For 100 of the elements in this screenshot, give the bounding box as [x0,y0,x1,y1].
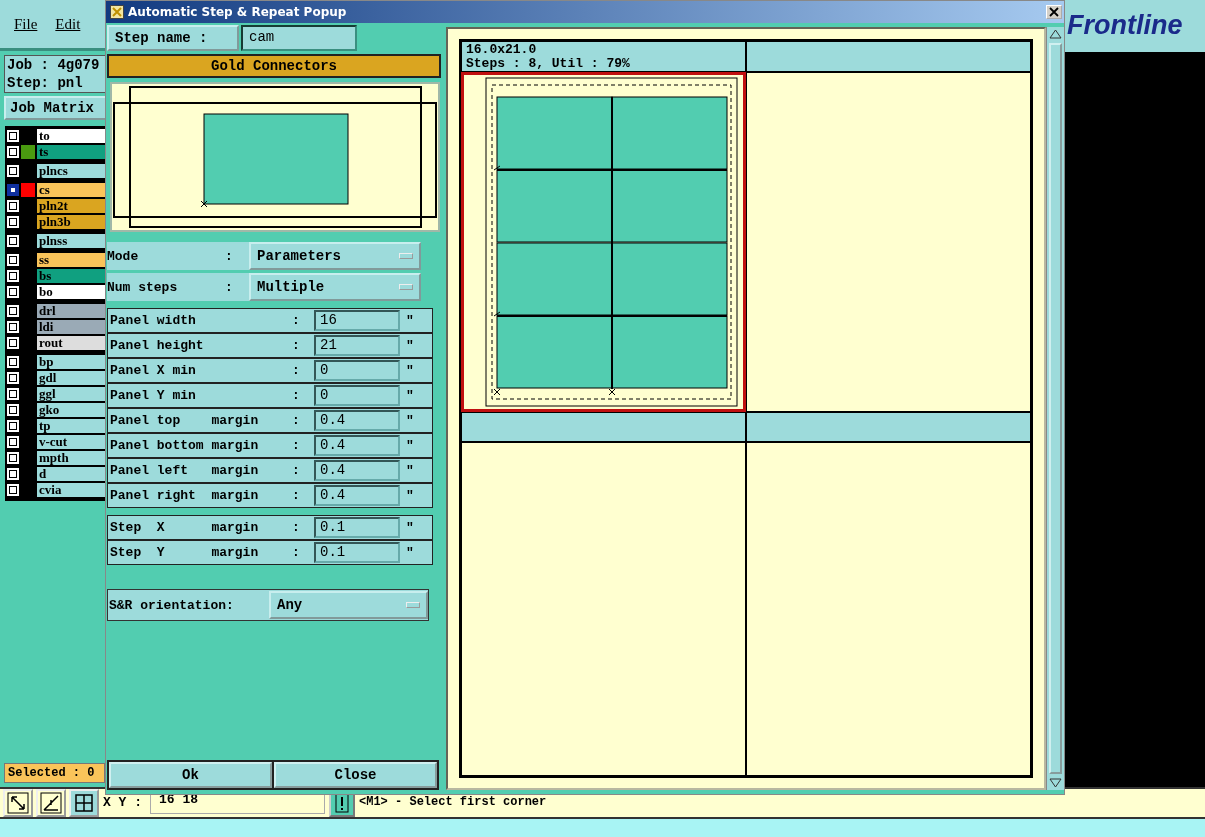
colon: : [292,313,301,328]
colon: : [292,338,301,353]
layer-name[interactable]: bp [37,355,105,369]
unit-label: " [405,438,414,453]
job-matrix-button[interactable]: Job Matrix [4,96,105,120]
scroll-up-icon [1048,27,1063,41]
orientation-dropdown[interactable]: Any [269,591,428,619]
parameter-label: Panel bottom margin [109,438,260,453]
layer-checkbox[interactable] [7,200,19,212]
parameter-field[interactable]: 0.4 [314,460,400,481]
layer-checkbox[interactable] [7,146,19,158]
angle-icon [40,792,62,814]
layer-name[interactable]: cs [37,183,105,197]
layer-checkbox[interactable] [7,216,19,228]
layer-name[interactable]: bo [37,285,105,299]
step-title-bar: Gold Connectors [107,54,441,78]
layer-name[interactable]: d [37,467,105,481]
close-icon [1049,7,1059,17]
layer-name[interactable]: drl [37,304,105,318]
parameter-field[interactable]: 0.4 [314,410,400,431]
layer-checkbox[interactable] [7,436,19,448]
unit-label: " [405,388,414,403]
colon: : [225,279,234,295]
colon: : [292,463,301,478]
colon: : [292,545,301,560]
layer-name[interactable]: ldi [37,320,105,334]
unit-label: " [405,488,414,503]
layer-name[interactable]: v-cut [37,435,105,449]
parameter-field[interactable]: 0.1 [314,542,400,563]
layer-checkbox[interactable] [7,388,19,400]
window-title: Automatic Step & Repeat Popup [128,5,348,19]
grid-icon [73,792,95,814]
layer-checkbox[interactable] [7,254,19,266]
layer-checkbox[interactable] [7,305,19,317]
step-name-field[interactable]: cam [241,25,357,51]
zoom-tool-button[interactable] [3,789,33,817]
parameter-field[interactable]: 21 [314,335,400,356]
layer-checkbox[interactable] [7,484,19,496]
dropdown-icon [399,284,413,290]
menu-item[interactable]: Edit [55,15,81,33]
layer-checkbox[interactable] [7,420,19,432]
unit-label: " [405,363,414,378]
parameter-field[interactable]: 0.4 [314,485,400,506]
layer-checkbox[interactable] [7,165,19,177]
dialog-button[interactable]: Ok [109,762,272,788]
unit-label: " [405,313,414,328]
layout-cell[interactable] [746,442,1031,776]
logo: Frontline [1065,0,1205,52]
option-dropdown[interactable]: Multiple [249,273,421,301]
colon: : [292,520,301,535]
layer-name[interactable]: cvia [37,483,105,497]
menu-item[interactable]: File [14,15,38,33]
parameter-field[interactable]: 16 [314,310,400,331]
colon: : [292,488,301,503]
layer-name[interactable]: to [37,129,105,143]
step-label: Step: pnl [6,74,84,92]
option-dropdown[interactable]: Parameters [249,242,421,270]
unit-label: " [405,338,414,353]
layer-checkbox[interactable] [7,235,19,247]
layout-cell[interactable] [746,72,1031,412]
layer-name[interactable]: mpth [37,451,105,465]
unit-label: " [405,520,414,535]
layer-name[interactable]: tp [37,419,105,433]
layer-checkbox[interactable] [7,286,19,298]
parameter-field[interactable]: 0.1 [314,517,400,538]
layer-name[interactable]: pln2t [37,199,105,213]
unit-label: " [405,545,414,560]
layer-checkbox[interactable] [7,321,19,333]
parameter-field[interactable]: 0 [314,385,400,406]
layer-checkbox[interactable] [7,372,19,384]
layer-name[interactable]: gko [37,403,105,417]
layer-checkbox[interactable] [7,270,19,282]
layer-name[interactable]: ggl [37,387,105,401]
layout-cell[interactable] [461,442,746,776]
dialog-button[interactable]: Close [274,762,437,788]
layer-name[interactable]: rout [37,336,105,350]
layer-checkbox[interactable] [7,452,19,464]
parameter-label: Panel height [109,338,205,353]
window-icon [110,5,124,19]
grid-tool-button[interactable] [69,789,99,817]
orientation-label: S&R orientation: [108,597,235,613]
parameter-field[interactable]: 0 [314,360,400,381]
layer-checkbox[interactable] [7,468,19,480]
measure-tool-button[interactable] [36,789,66,817]
layer-name[interactable]: gdl [37,371,105,385]
layer-checkbox[interactable] [7,184,19,196]
scrollbar[interactable] [1046,27,1064,790]
layer-checkbox[interactable] [7,130,19,142]
parameter-field[interactable]: 0.4 [314,435,400,456]
layer-checkbox[interactable] [7,356,19,368]
layer-name[interactable]: plncs [37,164,105,178]
layer-checkbox[interactable] [7,337,19,349]
layer-name[interactable]: ts [37,145,105,159]
layer-name[interactable]: plnss [37,234,105,248]
layer-name[interactable]: bs [37,269,105,283]
parameter-label: Panel top margin [109,413,260,428]
layer-name[interactable]: ss [37,253,105,267]
layer-name[interactable]: pln3b [37,215,105,229]
close-button[interactable] [1046,5,1062,19]
layer-checkbox[interactable] [7,404,19,416]
